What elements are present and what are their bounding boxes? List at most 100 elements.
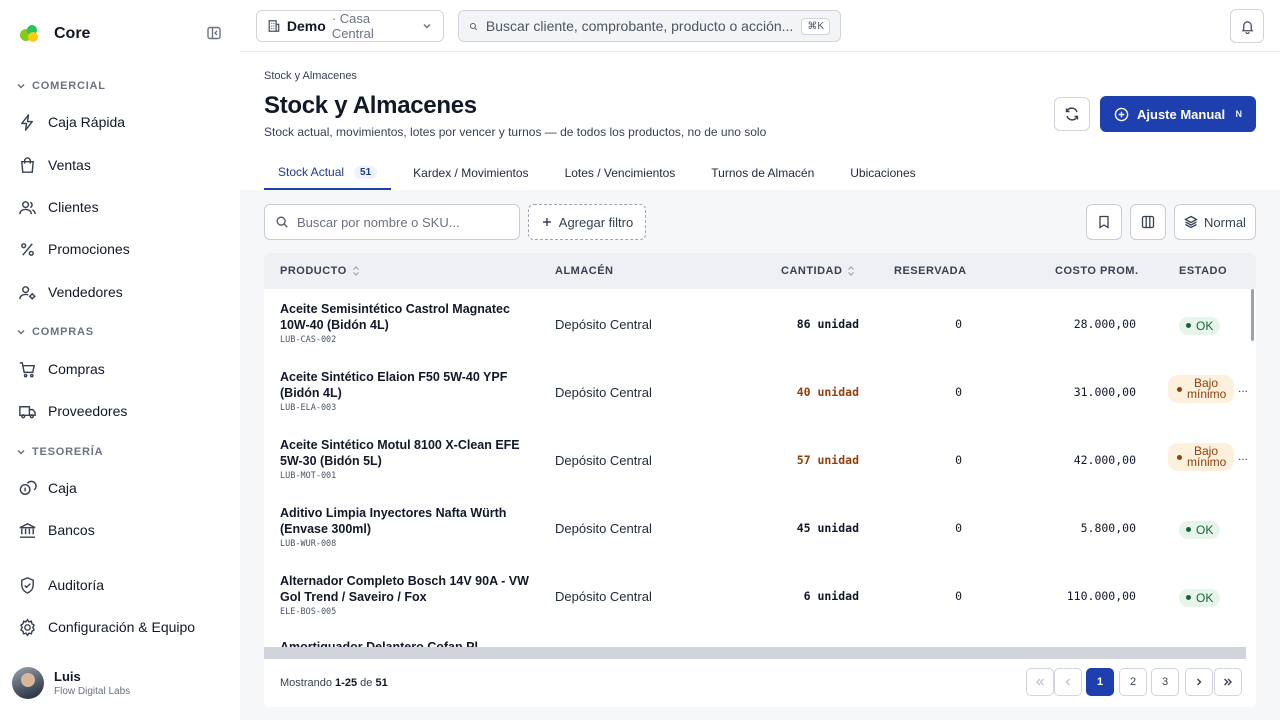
density-button[interactable]: Normal xyxy=(1174,204,1256,240)
table-row[interactable]: Aceite Sintético Motul 8100 X-Clean EFE … xyxy=(264,425,1248,493)
product-sku: LUB-WUR-008 xyxy=(280,539,337,549)
product-name[interactable]: Aditivo Limpia Inyectores Nafta Würth (E… xyxy=(280,505,530,537)
table-row[interactable]: Aceite Sintético Elaion F50 5W-40 YPF (B… xyxy=(264,357,1248,425)
column-header-reservada[interactable]: RESERVADA xyxy=(894,253,967,289)
page-subtitle: Stock actual, movimientos, lotes por ven… xyxy=(264,125,767,139)
truck-icon xyxy=(19,405,36,418)
section-tesoreria[interactable]: TESORERÍA xyxy=(16,446,103,458)
warehouse-cell: Depósito Central xyxy=(555,317,652,332)
sidebar: Core COMERCIAL Caja Rápida Ventas Client… xyxy=(0,0,240,720)
tab-ubicaciones[interactable]: Ubicaciones xyxy=(836,156,929,190)
page-2-button[interactable]: 2 xyxy=(1119,668,1147,696)
first-page-button[interactable] xyxy=(1026,668,1054,696)
tenant-name: Demo xyxy=(286,18,326,34)
percent-icon xyxy=(21,242,34,256)
search-input[interactable]: Buscar cliente, comprobante, producto o … xyxy=(486,18,793,34)
quantity-cell: 86 unidad xyxy=(796,317,859,331)
breadcrumb[interactable]: Stock y Almacenes xyxy=(264,70,357,82)
table-row[interactable]: Aceite Semisintético Castrol Magnatec 10… xyxy=(264,289,1248,357)
notifications-button[interactable] xyxy=(1230,9,1264,43)
prev-page-button[interactable] xyxy=(1054,668,1082,696)
manual-adjustment-button[interactable]: Ajuste Manual N xyxy=(1100,96,1256,132)
column-header-cantidad[interactable]: CANTIDAD xyxy=(781,253,855,289)
coins-icon xyxy=(19,480,37,495)
product-sku: LUB-CAS-002 xyxy=(280,335,337,345)
collapse-sidebar-icon[interactable] xyxy=(206,25,222,41)
column-header-estado[interactable]: ESTADO xyxy=(1179,253,1227,289)
brand-name: Core xyxy=(54,25,91,42)
table-body: Aceite Semisintético Castrol Magnatec 10… xyxy=(264,289,1248,647)
refresh-icon xyxy=(1065,107,1079,121)
cost-cell: 42.000,00 xyxy=(1073,453,1136,467)
global-search[interactable]: Buscar cliente, comprobante, producto o … xyxy=(458,10,841,42)
chevron-down-icon xyxy=(17,449,25,455)
logo-icon xyxy=(18,22,40,44)
section-comercial[interactable]: COMERCIAL xyxy=(16,80,106,92)
shopping-cart-icon xyxy=(19,361,36,378)
column-header-producto[interactable]: PRODUCTO xyxy=(280,253,360,289)
sidebar-item-caja[interactable]: Caja xyxy=(18,470,228,506)
horizontal-scrollbar[interactable] xyxy=(264,647,1246,659)
user-name: Luis xyxy=(54,669,81,684)
manual-adjustment-label: Ajuste Manual xyxy=(1137,106,1226,122)
sidebar-item-vendedores[interactable]: Vendedores xyxy=(18,274,228,310)
quantity-cell: 6 unidad xyxy=(803,589,859,603)
product-name[interactable]: Amortiguador Delantero Cofap Pl... xyxy=(280,639,530,647)
table-row[interactable]: Amortiguador Delantero Cofap Pl... xyxy=(264,639,1248,647)
section-compras[interactable]: COMPRAS xyxy=(16,326,94,338)
reserved-cell: 0 xyxy=(955,453,962,467)
tab-turnos[interactable]: Turnos de Almacén xyxy=(697,156,828,190)
sidebar-item-proveedores[interactable]: Proveedores xyxy=(18,393,228,429)
product-name[interactable]: Aceite Semisintético Castrol Magnatec 10… xyxy=(280,301,530,333)
quantity-cell: 45 unidad xyxy=(796,521,859,535)
product-name[interactable]: Aceite Sintético Motul 8100 X-Clean EFE … xyxy=(280,437,530,469)
refresh-button[interactable] xyxy=(1054,97,1090,131)
vertical-scrollbar[interactable] xyxy=(1251,289,1254,341)
tab-lotes[interactable]: Lotes / Vencimientos xyxy=(551,156,690,190)
tenant-selector[interactable]: Demo · Casa Central xyxy=(256,10,444,42)
tab-count-badge: 51 xyxy=(354,165,378,179)
page-3-button[interactable]: 3 xyxy=(1151,668,1179,696)
table-row[interactable]: Alternador Completo Bosch 14V 90A - VW G… xyxy=(264,561,1248,629)
sidebar-item-caja-rapida[interactable]: Caja Rápida xyxy=(18,104,228,140)
quantity-cell: 57 unidad xyxy=(796,453,859,467)
status-badge: Bajo mínimo xyxy=(1168,443,1234,471)
cost-cell: 31.000,00 xyxy=(1073,385,1136,399)
column-header-almacen[interactable]: ALMACÉN xyxy=(555,253,614,289)
stock-table: PRODUCTO ALMACÉN CANTIDAD RESERVADA COST… xyxy=(264,253,1256,707)
status-badge: Bajo mínimo xyxy=(1168,375,1234,403)
warehouse-cell: Depósito Central xyxy=(555,453,652,468)
sidebar-item-label: Vendedores xyxy=(48,284,123,300)
sidebar-item-configuracion[interactable]: Configuración & Equipo xyxy=(18,609,228,645)
sidebar-item-label: Caja xyxy=(48,480,77,496)
avatar xyxy=(12,667,44,699)
layers-icon xyxy=(1184,215,1198,229)
page-1-button[interactable]: 1 xyxy=(1086,668,1114,696)
columns-button[interactable] xyxy=(1130,204,1166,240)
sidebar-item-auditoria[interactable]: Auditoría xyxy=(18,567,228,603)
product-name[interactable]: Alternador Completo Bosch 14V 90A - VW G… xyxy=(280,573,530,605)
quantity-cell: 40 unidad xyxy=(796,385,859,399)
tab-stock-actual[interactable]: Stock Actual 51 xyxy=(264,156,392,190)
tab-kardex[interactable]: Kardex / Movimientos xyxy=(399,156,542,190)
sidebar-item-label: Caja Rápida xyxy=(48,114,126,130)
table-row[interactable]: Aditivo Limpia Inyectores Nafta Würth (E… xyxy=(264,493,1248,561)
chevron-down-icon xyxy=(423,24,431,29)
sidebar-item-promociones[interactable]: Promociones xyxy=(18,231,228,267)
column-header-costo[interactable]: COSTO PROM. xyxy=(1055,253,1139,289)
table-search-input[interactable]: Buscar por nombre o SKU... xyxy=(264,204,520,240)
status-badge: OK xyxy=(1179,520,1221,539)
user-profile[interactable]: Luis Flow Digital Labs xyxy=(12,667,130,699)
sidebar-item-ventas[interactable]: Ventas xyxy=(18,147,228,183)
saved-views-button[interactable] xyxy=(1086,204,1122,240)
sidebar-item-clientes[interactable]: Clientes xyxy=(18,189,228,225)
sidebar-item-compras[interactable]: Compras xyxy=(18,351,228,387)
product-name[interactable]: Aceite Sintético Elaion F50 5W-40 YPF (B… xyxy=(280,369,530,401)
add-filter-button[interactable]: Agregar filtro xyxy=(528,204,646,240)
sidebar-item-bancos[interactable]: Bancos xyxy=(18,512,228,548)
sidebar-item-label: Bancos xyxy=(48,522,95,538)
zap-icon xyxy=(21,113,33,131)
last-page-button[interactable] xyxy=(1214,668,1242,696)
users-icon xyxy=(19,200,36,214)
next-page-button[interactable] xyxy=(1185,668,1213,696)
